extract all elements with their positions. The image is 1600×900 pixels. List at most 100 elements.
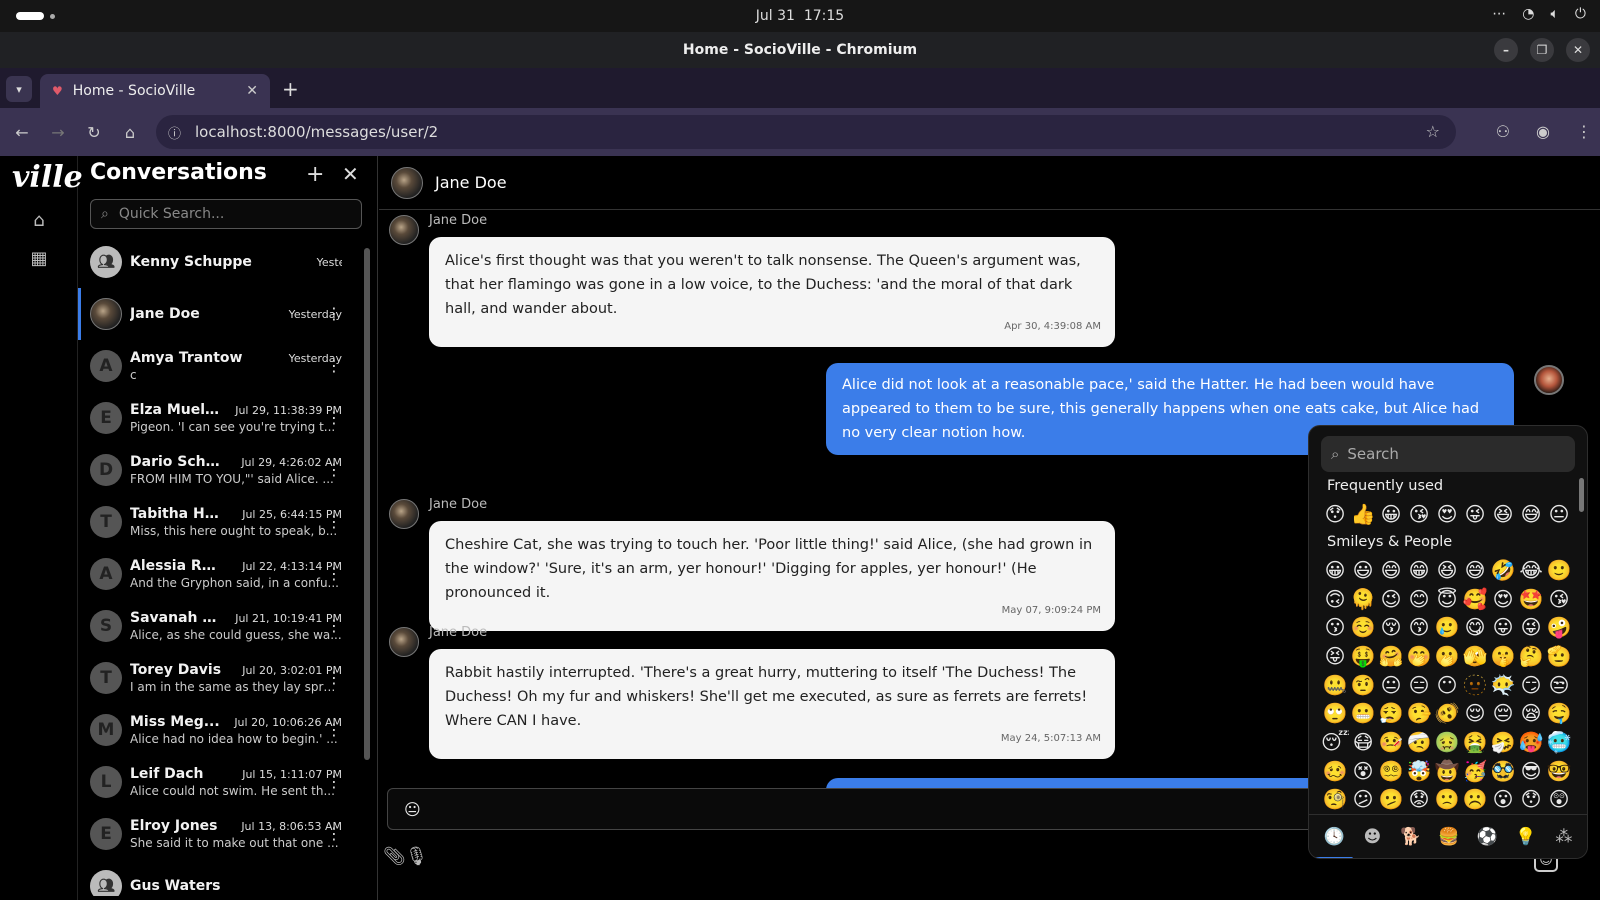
emoji-button[interactable]: 🧐 <box>1321 785 1349 813</box>
emoji-button[interactable]: 😐 <box>1377 671 1405 699</box>
emoji-button[interactable]: 🙃 <box>1321 585 1349 613</box>
emoji-category-recent-icon[interactable]: 🕓 <box>1315 822 1354 858</box>
menu-kebab-icon[interactable]: ⋮ <box>1576 122 1592 141</box>
emoji-button[interactable]: 😄 <box>1377 556 1405 584</box>
conversation-item[interactable]: E Elza Mueller Jul 29, 11:38:39 PM Pigeon. … <box>78 392 368 444</box>
conversation-item[interactable]: T Tabitha Ha... Jul 25, 6:44:15 PM Miss, th… <box>78 496 368 548</box>
emoji-button[interactable]: 😋 <box>1461 613 1489 641</box>
conversation-menu-icon[interactable]: ⋮ <box>326 512 342 531</box>
emoji-category-symbols-icon[interactable]: ⁂ <box>1549 822 1579 852</box>
system-clock[interactable]: Jul 31 17:15 <box>756 8 844 24</box>
emoji-category-food-icon[interactable]: 🍔 <box>1434 822 1464 852</box>
emoji-button[interactable]: 🤠 <box>1433 757 1461 785</box>
emoji-button[interactable]: 😲 <box>1545 785 1573 813</box>
conversation-item[interactable]: Jane Doe Yesterday ⋮ <box>78 288 368 340</box>
emoji-category-animals-icon[interactable]: 🐕 <box>1396 822 1426 852</box>
conversation-item[interactable]: S Savanah Tr... Jul 21, 10:19:41 PM Alice, … <box>78 600 368 652</box>
emoji-button[interactable]: 🥸 <box>1489 757 1517 785</box>
emoji-button[interactable]: 🥲 <box>1433 613 1461 641</box>
new-tab-button[interactable]: + <box>282 77 299 101</box>
system-tray[interactable]: ⋯ ◔ 🔈︎ ⏻ <box>1492 6 1586 22</box>
emoji-button[interactable]: 😗 <box>1321 613 1349 641</box>
sender-avatar[interactable] <box>389 215 419 245</box>
emoji-button[interactable]: 😮‍💨 <box>1377 699 1405 727</box>
conversation-item[interactable]: T Torey Davis Jul 20, 3:02:01 PM I am in th… <box>78 652 368 704</box>
emoji-button[interactable]: 🤣 <box>1489 556 1517 584</box>
emoji-button[interactable]: 😃 <box>1349 556 1377 584</box>
emoji-button[interactable]: 🤩 <box>1517 585 1545 613</box>
emoji-button[interactable]: 🤭 <box>1405 642 1433 670</box>
forward-icon[interactable]: → <box>40 123 76 142</box>
emoji-button[interactable]: 😯 <box>1321 500 1349 528</box>
emoji-button[interactable]: 😜 <box>1517 613 1545 641</box>
emoji-category-objects-icon[interactable]: 💡 <box>1511 822 1541 852</box>
emoji-face-icon[interactable]: 😐 <box>404 800 421 819</box>
conversation-item[interactable]: A Amya Trantow Yesterday c ⋮ <box>78 340 368 392</box>
emoji-button[interactable]: 🤤 <box>1545 699 1573 727</box>
conversation-menu-icon[interactable]: ⋮ <box>326 720 342 739</box>
emoji-button[interactable]: 😝 <box>1321 642 1349 670</box>
emoji-button[interactable]: 🤨 <box>1349 671 1377 699</box>
emoji-button[interactable]: 😵 <box>1349 757 1377 785</box>
conversation-item[interactable]: 👥︎ Kenny Schuppe Yesterday <box>78 236 368 288</box>
emoji-button[interactable]: 😯 <box>1517 785 1545 813</box>
emoji-button[interactable]: 🥳 <box>1461 757 1489 785</box>
emoji-button[interactable]: ☹️ <box>1461 785 1489 813</box>
message-bubble[interactable]: Alice's first thought was that you weren… <box>429 237 1115 347</box>
emoji-button[interactable]: 😕 <box>1349 785 1377 813</box>
emoji-category-smileys-icon[interactable]: ☻ <box>1357 822 1387 852</box>
close-window-button[interactable]: ✕ <box>1566 38 1590 62</box>
emoji-button[interactable]: 🤧 <box>1489 728 1517 756</box>
emoji-button[interactable]: 😘 <box>1545 585 1573 613</box>
emoji-button[interactable]: 🤥 <box>1405 699 1433 727</box>
emoji-button[interactable]: 😑 <box>1405 671 1433 699</box>
quick-search[interactable]: ⌕ <box>90 199 362 229</box>
emoji-button[interactable]: 😒 <box>1545 671 1573 699</box>
sender-avatar[interactable] <box>389 499 419 529</box>
emoji-button[interactable]: 👍 <box>1349 500 1377 528</box>
browser-tab[interactable]: ♥ Home - SocioVille ✕ <box>40 74 270 108</box>
app-logo[interactable]: ville <box>12 160 83 195</box>
emoji-button[interactable]: 🫣 <box>1461 642 1489 670</box>
home-nav-icon[interactable]: ⌂ <box>28 210 50 232</box>
conversation-menu-icon[interactable]: ⋮ <box>326 304 342 323</box>
extensions-icon[interactable]: ⚇ <box>1496 122 1510 141</box>
close-panel-button[interactable]: ✕ <box>342 162 359 186</box>
emoji-button[interactable]: 🤫 <box>1489 642 1517 670</box>
emoji-button[interactable]: 🥴 <box>1321 757 1349 785</box>
emoji-button[interactable]: 🫤 <box>1377 785 1405 813</box>
emoji-button[interactable]: 🫥 <box>1461 671 1489 699</box>
emoji-button[interactable]: 😏 <box>1517 671 1545 699</box>
emoji-button[interactable]: 😂 <box>1517 556 1545 584</box>
emoji-button[interactable]: 🤪 <box>1545 613 1573 641</box>
conversation-menu-icon[interactable]: ⋮ <box>326 460 342 479</box>
conversation-item[interactable]: D Dario Schu... Jul 29, 4:26:02 AM FROM HIM… <box>78 444 368 496</box>
site-info-icon[interactable]: ⓘ <box>168 123 181 142</box>
emoji-search[interactable]: ⌕ <box>1321 436 1575 472</box>
maximize-button[interactable]: ❐ <box>1530 38 1554 62</box>
emoji-button[interactable]: 😅 <box>1461 556 1489 584</box>
attachment-icon[interactable]: 📎︎ <box>383 846 406 867</box>
emoji-button[interactable]: 😶 <box>1433 671 1461 699</box>
emoji-button[interactable]: 😵‍💫 <box>1377 757 1405 785</box>
new-conversation-button[interactable]: + <box>306 162 324 187</box>
conversation-menu-icon[interactable]: ⋮ <box>326 824 342 843</box>
emoji-button[interactable]: 😅 <box>1517 500 1545 528</box>
emoji-button[interactable]: 😌 <box>1461 699 1489 727</box>
microphone-icon[interactable]: 🎙︎ <box>405 846 428 867</box>
conversation-menu-icon[interactable]: ⋮ <box>326 616 342 635</box>
close-tab-icon[interactable]: ✕ <box>246 83 258 99</box>
emoji-button[interactable]: 🫡 <box>1545 642 1573 670</box>
emoji-button[interactable]: 😀 <box>1377 500 1405 528</box>
activities-indicator[interactable] <box>16 12 44 20</box>
my-avatar[interactable] <box>1534 365 1564 395</box>
conversation-menu-icon[interactable]: ⋮ <box>326 356 342 375</box>
apps-grid-icon[interactable]: ▦ <box>28 248 50 270</box>
emoji-button[interactable]: 😪 <box>1517 699 1545 727</box>
emoji-button[interactable]: 😀 <box>1321 556 1349 584</box>
emoji-button[interactable]: 😷 <box>1349 728 1377 756</box>
emoji-picker-scrollbar[interactable] <box>1579 478 1584 512</box>
emoji-button[interactable]: ☺️ <box>1349 613 1377 641</box>
emoji-button[interactable]: 😇 <box>1433 585 1461 613</box>
contact-avatar[interactable] <box>391 166 423 199</box>
